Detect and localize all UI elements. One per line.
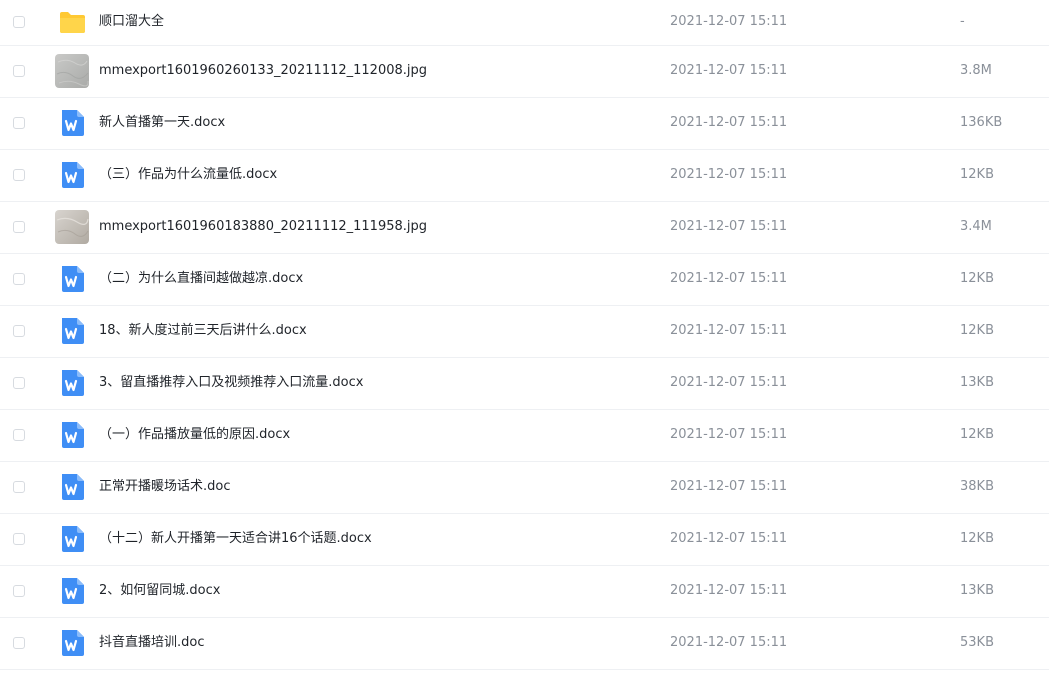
row-checkbox[interactable] <box>13 65 25 77</box>
file-row[interactable]: 18、新人度过前三天后讲什么.docx 2021-12-07 15:11 12K… <box>0 306 1049 358</box>
file-date: 2021-12-07 15:11 <box>670 479 788 494</box>
file-name[interactable]: 新人首播第一天.docx <box>99 98 225 148</box>
row-checkbox[interactable] <box>13 169 25 181</box>
file-row[interactable]: 3、留直播推荐入口及视频推荐入口流量.docx 2021-12-07 15:11… <box>0 358 1049 410</box>
row-checkbox[interactable] <box>13 585 25 597</box>
file-date: 2021-12-07 15:11 <box>670 115 788 130</box>
file-size: 3.4M <box>960 219 992 234</box>
file-name[interactable]: （三）作品为什么流量低.docx <box>99 150 277 200</box>
row-checkbox[interactable] <box>13 637 25 649</box>
file-row[interactable]: （三）作品为什么流量低.docx 2021-12-07 15:11 12KB <box>0 150 1049 202</box>
file-date: 2021-12-07 15:11 <box>670 323 788 338</box>
file-row[interactable]: mmexport1601960183880_20211112_111958.jp… <box>0 202 1049 254</box>
word-doc-icon <box>55 158 89 192</box>
file-name[interactable]: mmexport1601960260133_20211112_112008.jp… <box>99 46 427 96</box>
file-name[interactable]: （十二）新人开播第一天适合讲16个话题.docx <box>99 514 372 564</box>
file-size: 3.8M <box>960 63 992 78</box>
word-doc-icon <box>55 262 89 296</box>
row-checkbox[interactable] <box>13 273 25 285</box>
file-row[interactable]: （一）作品播放量低的原因.docx 2021-12-07 15:11 12KB <box>0 410 1049 462</box>
file-date: 2021-12-07 15:11 <box>670 583 788 598</box>
file-row[interactable]: 正常开播暖场话术.doc 2021-12-07 15:11 38KB <box>0 462 1049 514</box>
file-size: 12KB <box>960 531 994 546</box>
row-checkbox[interactable] <box>13 481 25 493</box>
file-name[interactable]: 正常开播暖场话术.doc <box>99 462 231 512</box>
word-doc-icon <box>55 522 89 556</box>
file-row[interactable]: 2、如何留同城.docx 2021-12-07 15:11 13KB <box>0 566 1049 618</box>
file-date: 2021-12-07 15:11 <box>670 271 788 286</box>
row-checkbox[interactable] <box>13 533 25 545</box>
file-row[interactable]: 抖音直播培训.doc 2021-12-07 15:11 53KB <box>0 618 1049 670</box>
file-name[interactable]: 2、如何留同城.docx <box>99 566 220 616</box>
row-checkbox[interactable] <box>13 16 25 28</box>
word-doc-icon <box>55 314 89 348</box>
word-doc-icon <box>55 626 89 660</box>
file-size: 12KB <box>960 271 994 286</box>
image-thumbnail-icon <box>55 210 89 244</box>
file-date: 2021-12-07 15:11 <box>670 635 788 650</box>
file-name[interactable]: mmexport1601960183880_20211112_111958.jp… <box>99 202 427 252</box>
file-date: 2021-12-07 15:11 <box>670 375 788 390</box>
file-name[interactable]: 抖音直播培训.doc <box>99 618 205 668</box>
file-date: 2021-12-07 15:11 <box>670 531 788 546</box>
file-row[interactable]: mmexport1601960260133_20211112_112008.jp… <box>0 46 1049 98</box>
file-date: 2021-12-07 15:11 <box>670 167 788 182</box>
file-size: - <box>960 14 965 29</box>
file-date: 2021-12-07 15:11 <box>670 427 788 442</box>
file-size: 13KB <box>960 375 994 390</box>
file-date: 2021-12-07 15:11 <box>670 63 788 78</box>
row-checkbox[interactable] <box>13 117 25 129</box>
file-row[interactable]: （十二）新人开播第一天适合讲16个话题.docx 2021-12-07 15:1… <box>0 514 1049 566</box>
file-list: 顺口溜大全 2021-12-07 15:11 - mmexport1601960… <box>0 0 1052 680</box>
file-row[interactable]: 新人首播第一天.docx 2021-12-07 15:11 136KB <box>0 98 1049 150</box>
file-name[interactable]: 顺口溜大全 <box>99 0 164 44</box>
folder-icon <box>55 5 89 39</box>
file-date: 2021-12-07 15:11 <box>670 14 788 29</box>
file-row[interactable]: 顺口溜大全 2021-12-07 15:11 - <box>0 0 1049 46</box>
file-size: 12KB <box>960 427 994 442</box>
word-doc-icon <box>55 106 89 140</box>
image-thumbnail-icon <box>55 54 89 88</box>
file-name[interactable]: 18、新人度过前三天后讲什么.docx <box>99 306 307 356</box>
file-size: 38KB <box>960 479 994 494</box>
file-size: 13KB <box>960 583 994 598</box>
file-size: 12KB <box>960 167 994 182</box>
word-doc-icon <box>55 470 89 504</box>
file-size: 136KB <box>960 115 1003 130</box>
word-doc-icon <box>55 366 89 400</box>
row-checkbox[interactable] <box>13 325 25 337</box>
row-checkbox[interactable] <box>13 377 25 389</box>
file-date: 2021-12-07 15:11 <box>670 219 788 234</box>
file-size: 53KB <box>960 635 994 650</box>
word-doc-icon <box>55 574 89 608</box>
word-doc-icon <box>55 418 89 452</box>
file-name[interactable]: 3、留直播推荐入口及视频推荐入口流量.docx <box>99 358 363 408</box>
file-name[interactable]: （一）作品播放量低的原因.docx <box>99 410 290 460</box>
row-checkbox[interactable] <box>13 429 25 441</box>
file-size: 12KB <box>960 323 994 338</box>
file-row[interactable]: （二）为什么直播间越做越凉.docx 2021-12-07 15:11 12KB <box>0 254 1049 306</box>
file-name[interactable]: （二）为什么直播间越做越凉.docx <box>99 254 303 304</box>
row-checkbox[interactable] <box>13 221 25 233</box>
